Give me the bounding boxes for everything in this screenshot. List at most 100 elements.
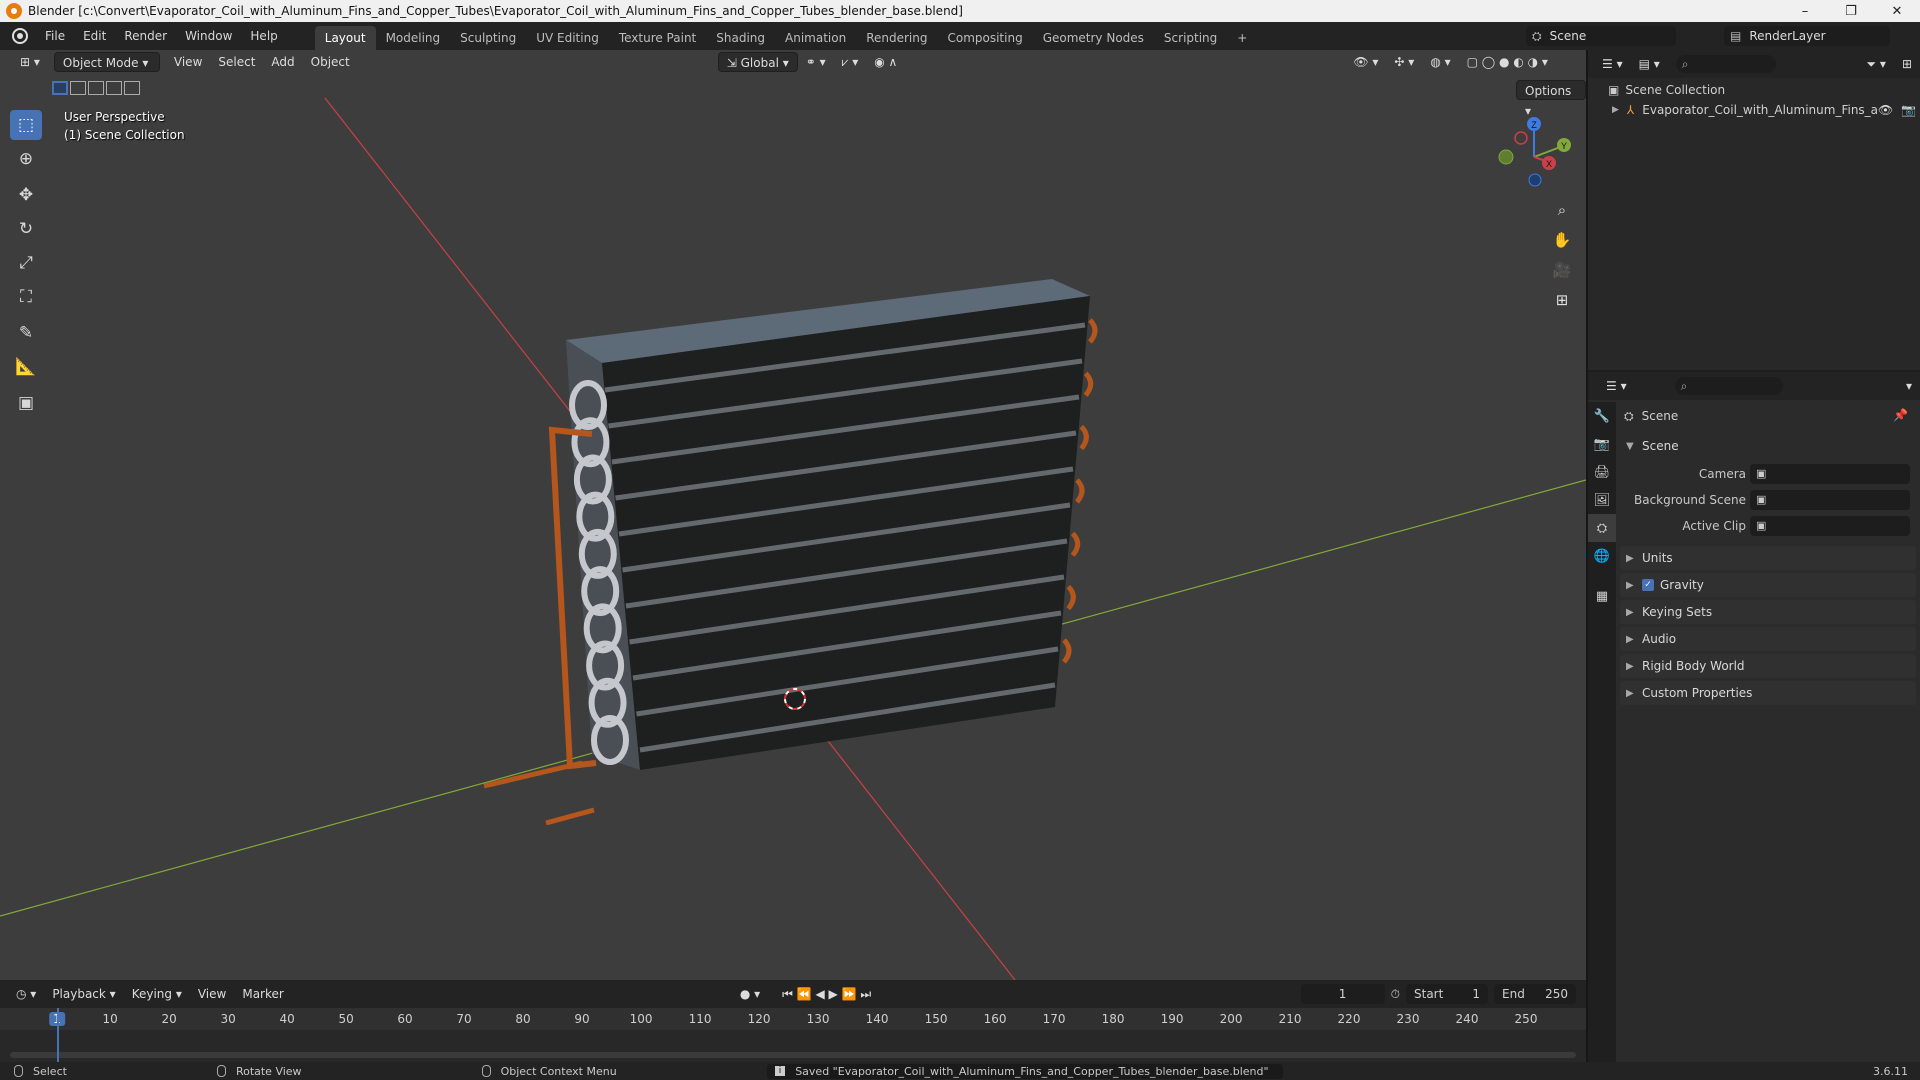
output-tab-icon[interactable]: 🖨 xyxy=(1588,458,1616,486)
shading-modes[interactable]: ▢ ◯ ● ◐ ◑ ▾ xyxy=(1459,52,1556,72)
camera-view-icon[interactable]: 🎥 xyxy=(1548,256,1576,284)
timeline-scrollbar[interactable] xyxy=(10,1052,1576,1058)
render-camera-icon[interactable]: 📷 xyxy=(1901,103,1916,117)
add-cube-tool-icon[interactable]: ▣ xyxy=(10,388,42,418)
render-tab-icon[interactable]: 📷 xyxy=(1588,430,1616,458)
timeline-editor-icon[interactable]: ◷ ▾ xyxy=(8,984,44,1004)
outliner-editor-icon[interactable]: ☰ ▾ xyxy=(1594,54,1631,74)
annotate-tool-icon[interactable]: ✎ xyxy=(10,318,42,348)
zoom-icon[interactable]: ⌕ xyxy=(1548,196,1576,224)
pan-hand-icon[interactable]: ✋ xyxy=(1548,226,1576,254)
viewport-menu-view[interactable]: View xyxy=(166,52,210,72)
workspace-tab-compositing[interactable]: Compositing xyxy=(937,26,1032,50)
scene-tab-icon[interactable]: ⛭ xyxy=(1588,514,1616,542)
visibility-eye-icon[interactable]: 👁 xyxy=(1878,103,1893,117)
current-frame-field[interactable]: 1 xyxy=(1300,984,1385,1004)
stopwatch-icon[interactable]: ⏱ xyxy=(1391,987,1400,1002)
timeline-ruler[interactable]: 1102030405060708090100110120130140150160… xyxy=(0,1008,1586,1030)
new-collection-icon[interactable]: ⊞ xyxy=(1894,54,1920,74)
visibility-icon[interactable]: 👁 ▾ xyxy=(1345,52,1386,72)
minimize-button[interactable]: – xyxy=(1782,0,1828,22)
timeline-menu-view[interactable]: View xyxy=(190,984,234,1004)
field-input-camera[interactable]: ▣ xyxy=(1750,464,1910,484)
menu-render[interactable]: Render xyxy=(115,25,176,47)
measure-tool-icon[interactable]: 📐 xyxy=(10,352,42,382)
workspace-tab-scripting[interactable]: Scripting xyxy=(1154,26,1227,50)
workspace-tab-uv-editing[interactable]: UV Editing xyxy=(526,26,609,50)
workspace-tab-geometry-nodes[interactable]: Geometry Nodes xyxy=(1033,26,1154,50)
view-layer-tab-icon[interactable]: 🖼 xyxy=(1588,486,1616,514)
maximize-button[interactable]: ❐ xyxy=(1828,0,1874,22)
select-intersect-icon[interactable] xyxy=(124,81,140,95)
auto-keying-icon[interactable]: ● ▾ xyxy=(732,984,768,1004)
properties-options-icon[interactable]: ▾ xyxy=(1898,376,1920,396)
menu-file[interactable]: File xyxy=(36,25,74,47)
evaporator-coil-model[interactable] xyxy=(483,279,1098,826)
snap-icon[interactable]: ⩗ ▾ xyxy=(834,52,867,72)
workspace-tab-sculpting[interactable]: Sculpting xyxy=(450,26,526,50)
workspace-tab-texture-paint[interactable]: Texture Paint xyxy=(609,26,706,50)
cursor-tool-icon[interactable]: ⊕ xyxy=(10,144,42,174)
options-dropdown[interactable]: Options ▾ xyxy=(1516,80,1586,118)
select-extend-icon[interactable] xyxy=(70,81,86,95)
outliner-display-mode-icon[interactable]: ▤ ▾ xyxy=(1631,54,1668,74)
end-frame-field[interactable]: End 250 xyxy=(1494,984,1576,1004)
timeline-menu-keying[interactable]: Keying ▾ xyxy=(124,984,190,1004)
3d-viewport[interactable]: Z Y X ⊞ ▾ Object Mode ▾ View Select Add Obj… xyxy=(0,50,1586,980)
overlay-toggle-icon[interactable]: ◍ ▾ xyxy=(1422,52,1458,72)
playback-controls[interactable]: ⏮ ⏪ ◀ ▶ ⏩ ⏭ xyxy=(774,984,879,1004)
timeline-menu-marker[interactable]: Marker xyxy=(234,984,291,1004)
field-input-background-scene[interactable]: ▣ xyxy=(1750,490,1910,510)
select-invert-icon[interactable] xyxy=(106,81,122,95)
viewport-menu-select[interactable]: Select xyxy=(210,52,263,72)
mode-dropdown[interactable]: Object Mode ▾ xyxy=(53,52,160,72)
panel-units[interactable]: ▶ Units xyxy=(1620,546,1916,570)
blender-menu-icon[interactable] xyxy=(12,28,28,44)
selection-mode-buttons[interactable] xyxy=(52,81,140,95)
viewport-menu-add[interactable]: Add xyxy=(263,52,302,72)
expand-arrow-icon[interactable]: ▶ xyxy=(1612,105,1619,115)
close-button[interactable]: ✕ xyxy=(1874,0,1920,22)
panel-custom-properties[interactable]: ▶ Custom Properties xyxy=(1620,681,1916,705)
workspace-tab-shading[interactable]: Shading xyxy=(706,26,775,50)
pivot-point-icon[interactable]: ⚭ ▾ xyxy=(798,52,834,72)
workspace-tab-modeling[interactable]: Modeling xyxy=(376,26,451,50)
select-subtract-icon[interactable] xyxy=(88,81,104,95)
outliner-search-input[interactable]: ⌕ xyxy=(1675,55,1776,73)
viewport-canvas[interactable]: Z Y X xyxy=(0,50,1586,980)
texture-tab-icon[interactable]: ▦ xyxy=(1588,582,1616,610)
navigation-gizmo[interactable]: Z Y X xyxy=(1498,117,1571,187)
area-divider[interactable] xyxy=(1586,50,1588,1062)
panel-gravity[interactable]: ▶ ✓ Gravity xyxy=(1620,573,1916,597)
panel-rigid-body-world[interactable]: ▶ Rigid Body World xyxy=(1620,654,1916,678)
panel-audio[interactable]: ▶ Audio xyxy=(1620,627,1916,651)
workspace-tab-add[interactable]: + xyxy=(1227,26,1257,50)
select-box-tool-icon[interactable]: ⬚ xyxy=(10,110,42,140)
gizmo-toggle-icon[interactable]: ✣ ▾ xyxy=(1386,52,1422,72)
world-tab-icon[interactable]: 🌐 xyxy=(1588,542,1616,570)
outliner-filter-icon[interactable]: ⏷ ▾ xyxy=(1858,54,1893,74)
panel-keying-sets[interactable]: ▶ Keying Sets xyxy=(1620,600,1916,624)
scene-section-header[interactable]: ▼ Scene xyxy=(1620,434,1916,458)
scene-selector[interactable]: ⛭ Scene xyxy=(1526,26,1676,46)
workspace-tab-rendering[interactable]: Rendering xyxy=(856,26,937,50)
tool-tab-icon[interactable]: 🔧 xyxy=(1588,402,1616,430)
start-frame-field[interactable]: Start 1 xyxy=(1406,984,1488,1004)
viewport-menu-object[interactable]: Object xyxy=(303,52,358,72)
workspace-tab-animation[interactable]: Animation xyxy=(775,26,856,50)
outliner-root-row[interactable]: ▣ Scene Collection xyxy=(1608,80,1725,100)
outliner-item[interactable]: ▶ ⅄ Evaporator_Coil_with_Aluminum_Fins_a… xyxy=(1612,100,1916,120)
workspace-tab-layout[interactable]: Layout xyxy=(314,26,376,50)
field-input-active-clip[interactable]: ▣ xyxy=(1750,516,1910,536)
proportional-edit-icon[interactable]: ◉ ∧ xyxy=(866,52,905,72)
rotate-tool-icon[interactable]: ↻ xyxy=(10,214,42,244)
menu-window[interactable]: Window xyxy=(176,25,241,47)
move-tool-icon[interactable]: ✥ xyxy=(10,180,42,210)
timeline-menu-playback[interactable]: Playback ▾ xyxy=(44,984,123,1004)
renderlayer-selector[interactable]: ▤ RenderLayer xyxy=(1724,26,1890,46)
menu-help[interactable]: Help xyxy=(241,25,286,47)
properties-editor-icon[interactable]: ☰ ▾ xyxy=(1598,376,1635,396)
playhead-line[interactable] xyxy=(57,1008,59,1062)
select-new-icon[interactable] xyxy=(52,81,68,95)
transform-orientation-dropdown[interactable]: ⇲ Global ▾ xyxy=(717,52,798,72)
